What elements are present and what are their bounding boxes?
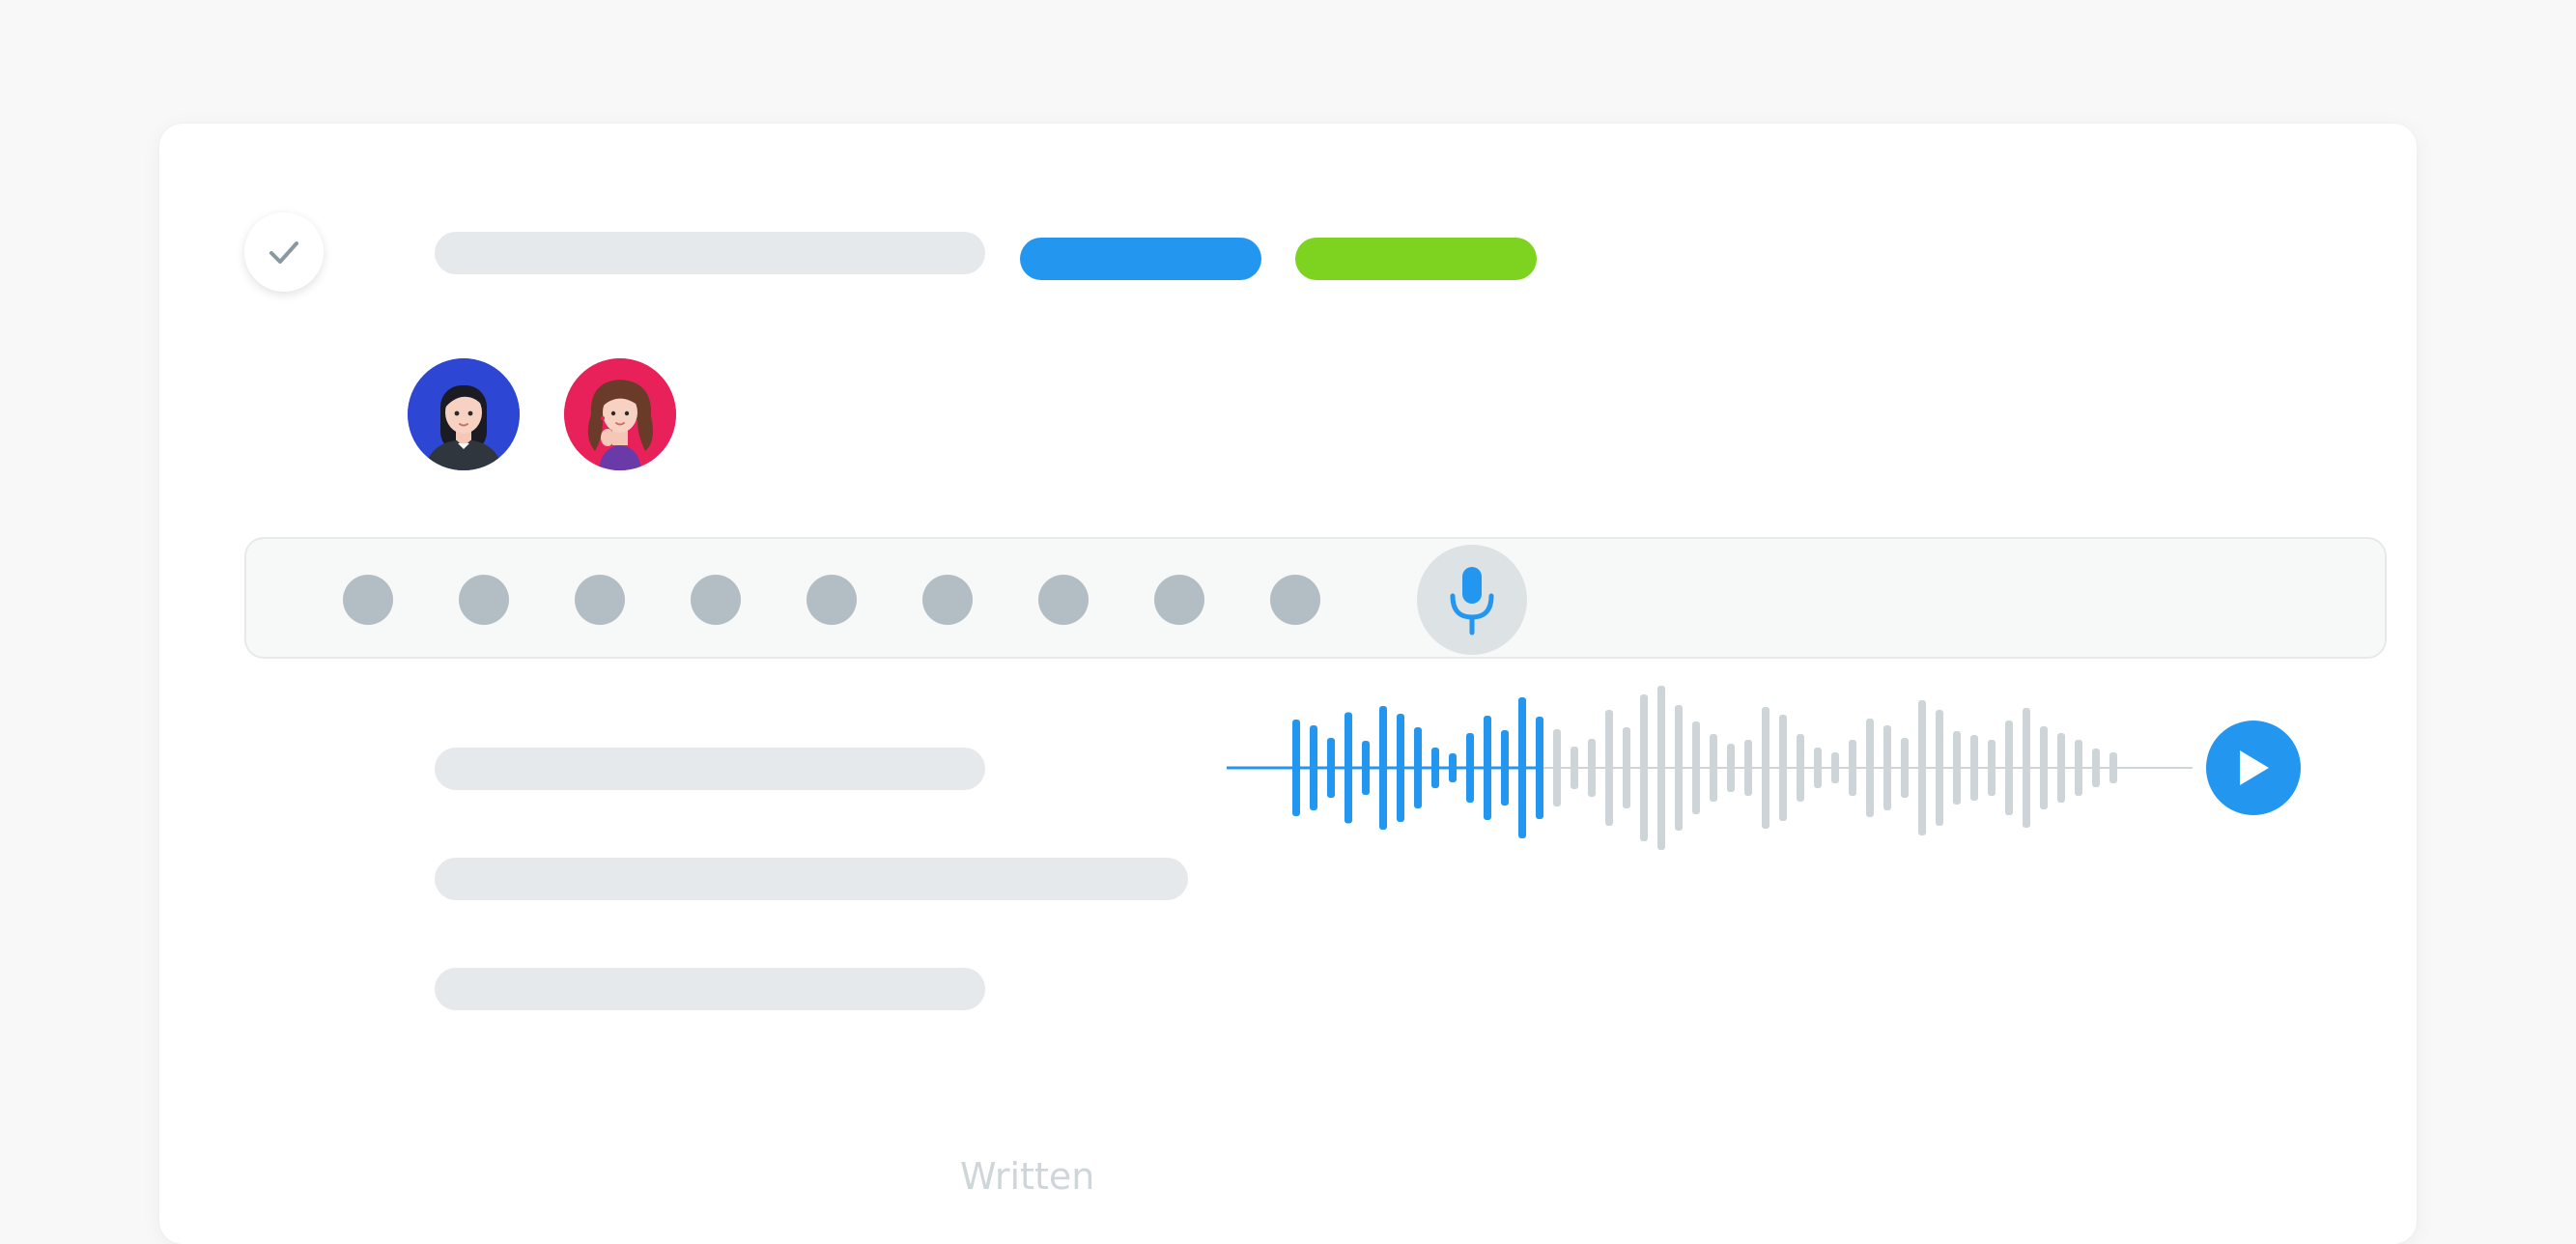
mode-label: Written — [960, 1155, 1095, 1198]
audio-waveform[interactable] — [1227, 676, 2193, 860]
tag-green[interactable] — [1295, 238, 1537, 280]
waveform-bar — [1571, 747, 1578, 789]
waveform-bar — [1710, 734, 1717, 802]
waveform-bar — [1883, 725, 1891, 810]
recording-dot — [343, 575, 393, 625]
title-placeholder — [435, 232, 985, 274]
waveform-bar — [2040, 726, 2048, 809]
waveform-bar — [1744, 740, 1752, 796]
waveform-bar — [1936, 710, 1943, 826]
recording-dot — [459, 575, 509, 625]
waveform-bar — [1797, 734, 1804, 802]
waveform-bar — [2023, 708, 2030, 828]
waveform-bar — [1310, 725, 1317, 810]
waveform-bar — [1970, 735, 1978, 801]
tag-blue[interactable] — [1020, 238, 1261, 280]
waveform-bar — [1866, 719, 1874, 817]
waveform-bar — [1449, 753, 1457, 782]
waveform-bar — [1605, 710, 1613, 826]
waveform-bar — [1831, 752, 1839, 783]
waveform-bar — [1727, 744, 1735, 792]
waveform-bar — [1988, 740, 1996, 796]
waveform-bar — [1953, 731, 1961, 805]
play-button[interactable] — [2206, 721, 2301, 815]
waveform-bar — [1501, 730, 1509, 806]
waveform-bar — [1657, 686, 1665, 850]
waveform-bar — [1623, 727, 1630, 808]
microphone-icon — [1450, 567, 1494, 636]
waveform-bar — [1692, 721, 1700, 814]
waveform-bar — [2109, 752, 2117, 783]
waveform-bar — [1379, 706, 1387, 830]
avatar-woman-brown-hair-icon — [564, 358, 676, 470]
text-line-placeholder — [435, 968, 985, 1010]
recording-dot — [807, 575, 857, 625]
waveform-bar — [2005, 721, 2013, 815]
waveform-bar — [1762, 707, 1769, 829]
text-line-placeholder — [435, 748, 985, 790]
waveform-bar — [1397, 714, 1404, 822]
waveform-bar — [1414, 727, 1422, 808]
avatar-participant-2[interactable] — [564, 358, 676, 470]
waveform-bar — [1466, 733, 1474, 803]
recording-dot — [575, 575, 625, 625]
recording-dot — [922, 575, 973, 625]
waveform-bar — [1345, 712, 1352, 824]
recording-dot — [1038, 575, 1089, 625]
play-icon — [2240, 750, 2269, 785]
waveform-bar — [1901, 738, 1909, 798]
recording-bar — [244, 537, 2387, 659]
recording-dot — [1154, 575, 1204, 625]
waveform-bar — [1292, 720, 1300, 816]
text-line-placeholder — [435, 858, 1188, 900]
complete-checkbox[interactable] — [244, 212, 324, 292]
waveform-bar — [1484, 716, 1491, 820]
waveform-bar — [1918, 700, 1926, 835]
waveform-bar — [1327, 738, 1335, 798]
waveform-bar — [1814, 748, 1822, 788]
avatar-woman-dark-hair-icon — [408, 358, 520, 470]
microphone-button[interactable] — [1417, 545, 1527, 655]
waveform-bar — [1362, 741, 1370, 795]
waveform-bar — [1536, 717, 1543, 819]
waveform-bar — [1779, 715, 1787, 821]
waveform-bar — [1675, 705, 1683, 831]
checkmark-icon — [269, 241, 298, 264]
avatar-participant-1[interactable] — [408, 358, 520, 470]
waveform-bar — [1518, 697, 1526, 838]
waveform-bar — [2075, 740, 2082, 796]
waveform-bar — [2092, 749, 2100, 787]
waveform-bar — [1640, 694, 1648, 841]
recording-dot — [691, 575, 741, 625]
waveform-bar — [1431, 748, 1439, 788]
recording-dot — [1270, 575, 1320, 625]
waveform-bar — [1553, 729, 1561, 806]
waveform-bar — [1588, 739, 1596, 797]
waveform-bar — [1849, 740, 1856, 796]
waveform-bar — [2057, 733, 2065, 803]
